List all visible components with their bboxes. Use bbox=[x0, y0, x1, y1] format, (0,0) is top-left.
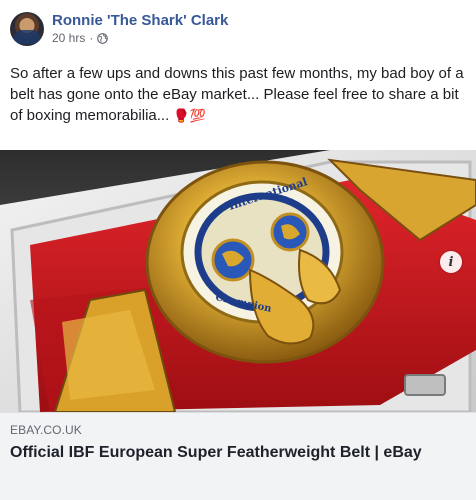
facebook-post: Ronnie 'The Shark' Clark 20 hrs · So aft… bbox=[0, 0, 476, 500]
boxing-belt-photo: International Champion bbox=[0, 150, 476, 412]
link-preview-image[interactable]: International Champion bbox=[0, 150, 476, 412]
post-meta: Ronnie 'The Shark' Clark 20 hrs · bbox=[52, 12, 228, 45]
post-timestamp[interactable]: 20 hrs bbox=[52, 31, 85, 45]
separator-dot: · bbox=[89, 31, 94, 45]
link-title[interactable]: Official IBF European Super Featherweigh… bbox=[10, 442, 450, 463]
link-preview-caption[interactable]: EBAY.CO.UK Official IBF European Super F… bbox=[0, 412, 476, 500]
info-icon[interactable]: i bbox=[440, 251, 462, 273]
author-avatar[interactable] bbox=[10, 12, 44, 46]
globe-icon[interactable] bbox=[97, 32, 109, 44]
post-header: Ronnie 'The Shark' Clark 20 hrs · bbox=[10, 12, 228, 56]
post-message-text: So after a few ups and downs this past f… bbox=[10, 65, 464, 124]
author-name[interactable]: Ronnie 'The Shark' Clark bbox=[52, 11, 228, 30]
post-message: So after a few ups and downs this past f… bbox=[10, 63, 466, 126]
post-subline: 20 hrs · bbox=[52, 31, 228, 45]
link-domain: EBAY.CO.UK bbox=[10, 423, 82, 437]
post-emojis: 🥊💯 bbox=[173, 108, 206, 123]
